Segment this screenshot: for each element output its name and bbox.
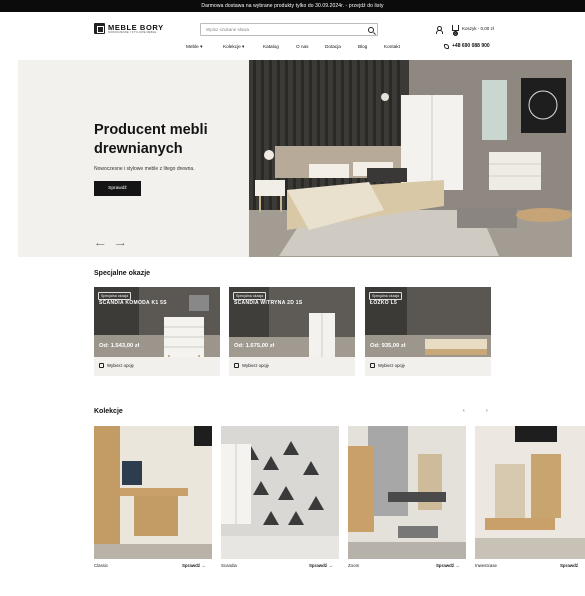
nav-item-katalog[interactable]: Katalog (263, 44, 279, 49)
specials-title: Specjalne okazje (94, 270, 151, 277)
deal-card[interactable]: Specjalna okazja SCANDIA KOMODA K1 5S Od… (94, 287, 220, 376)
search-input[interactable]: Wpisz szukane słowa (200, 23, 378, 36)
collections-prev-icon[interactable]: ‹ (463, 408, 465, 414)
deal-name[interactable]: SCANDIA KOMODA K1 5S (99, 300, 167, 306)
hero-subtitle: Nowoczesne i stylowe meble z litego drew… (94, 166, 195, 172)
deal-select-option-button[interactable]: Wybierz opcję (370, 363, 405, 368)
deal-card[interactable]: Specjalna okazja ŁÓŻKO L5 Od: 935,00 zł … (365, 287, 491, 376)
hero-next-arrow-icon[interactable]: ⟶ (116, 241, 125, 248)
nav-item-o-nas[interactable]: O nas (296, 44, 309, 49)
arrow-right-icon: → (201, 563, 206, 568)
logo-tagline: NOWOCZESNE I STYLOWE MEBLE (108, 30, 157, 34)
search-icon[interactable] (368, 26, 374, 33)
deal-select-option-button[interactable]: Wybierz opcję (234, 363, 269, 368)
collection-name[interactable]: Classic (94, 563, 108, 568)
phone-icon (444, 43, 449, 49)
deal-badge: Specjalna okazja (369, 292, 403, 300)
chevron-down-icon: ▾ (200, 44, 203, 49)
collection-image (475, 426, 585, 559)
hero-bedroom-image (249, 60, 572, 257)
hero-slider-controls: ⟵ ⟶ (96, 241, 124, 248)
deal-price: Od: 1.543,00 zł (99, 343, 140, 349)
collection-name[interactable]: Scandia (221, 563, 237, 568)
nav-item-kolekcje[interactable]: Kolekcje ▾ (223, 44, 244, 50)
hero-text-panel: Producent mebli drewnianych Nowoczesne i… (18, 60, 249, 257)
phone-link[interactable]: +48 690 088 900 (444, 43, 490, 49)
deal-name[interactable]: ŁÓŻKO L5 (370, 300, 397, 306)
nav-item-dotacja[interactable]: Dotacja (325, 44, 341, 49)
nav-item-meble[interactable]: Meble ▾ (186, 44, 202, 50)
deal-card[interactable]: Specjalna okazja SCANDIA WITRYNA 2D 1S O… (229, 287, 355, 376)
bedroom-illustration (249, 60, 572, 257)
main-nav: Meble ▾ Kolekcje ▾ Katalog O nas Dotacja… (0, 44, 585, 52)
cart-count-badge: 0 (453, 31, 458, 36)
site-header: MEBLE BORY NOWOCZESNE I STYLOWE MEBLE Wp… (0, 12, 585, 60)
collection-image (221, 426, 339, 559)
collection-check-link[interactable]: Sprawdź → (309, 563, 333, 568)
deal-badge: Specjalna okazja (98, 292, 132, 300)
cart-button[interactable]: Koszyk - 0,00 zł (452, 25, 494, 31)
deal-option-label: Wybierz opcję (242, 363, 269, 368)
search-placeholder: Wpisz szukane słowa (206, 27, 250, 32)
deal-select-option-button[interactable]: Wybierz opcję (99, 363, 134, 368)
collection-name[interactable]: Inwestcase (475, 563, 497, 568)
collection-card[interactable] (94, 426, 212, 559)
chevron-down-icon: ▾ (242, 44, 245, 49)
collection-name[interactable]: Zoom (348, 563, 359, 568)
deal-option-label: Wybierz opcję (107, 363, 134, 368)
collection-card[interactable] (475, 426, 585, 559)
logo[interactable]: MEBLE BORY NOWOCZESNE I STYLOWE MEBLE (94, 23, 164, 34)
collection-check-link[interactable]: Sprawdź (560, 563, 578, 568)
deal-price: Od: 1.675,00 zł (234, 343, 275, 349)
hero-prev-arrow-icon[interactable]: ⟵ (96, 241, 105, 248)
deal-badge: Specjalna okazja (233, 292, 267, 300)
collection-card[interactable] (221, 426, 339, 559)
collection-card[interactable] (348, 426, 466, 559)
announcement-text[interactable]: Darmowa dostawa na wybrane produkty tylk… (201, 3, 383, 9)
cart-label: Koszyk - 0,00 zł (462, 25, 494, 31)
collection-image (348, 426, 466, 559)
hero-banner: Producent mebli drewnianych Nowoczesne i… (18, 60, 572, 257)
logo-name: MEBLE BORY (108, 22, 164, 32)
hero-cta-button[interactable]: Sprawdź (94, 181, 141, 196)
phone-number: +48 690 088 900 (452, 43, 490, 49)
options-icon (370, 363, 375, 368)
collections-title: Kolekcje (94, 408, 123, 415)
hero-title: Producent mebli drewnianych (94, 122, 208, 157)
announcement-bar[interactable]: Darmowa dostawa na wybrane produkty tylk… (0, 0, 585, 12)
nav-item-blog[interactable]: Blog (358, 44, 367, 49)
deal-option-label: Wybierz opcję (378, 363, 405, 368)
logo-mark-icon (94, 23, 105, 34)
deal-name[interactable]: SCANDIA WITRYNA 2D 1S (234, 300, 303, 306)
collection-image (94, 426, 212, 559)
nav-item-kontakt[interactable]: Kontakt (384, 44, 400, 49)
collection-check-link[interactable]: Sprawdź → (182, 563, 206, 568)
deal-price: Od: 935,00 zł (370, 343, 406, 349)
user-account-icon[interactable] (435, 26, 443, 34)
collection-check-link[interactable]: Sprawdź → (436, 563, 460, 568)
arrow-right-icon: → (328, 563, 333, 568)
options-icon (99, 363, 104, 368)
collections-next-icon[interactable]: › (486, 408, 488, 414)
options-icon (234, 363, 239, 368)
arrow-right-icon: → (455, 563, 460, 568)
